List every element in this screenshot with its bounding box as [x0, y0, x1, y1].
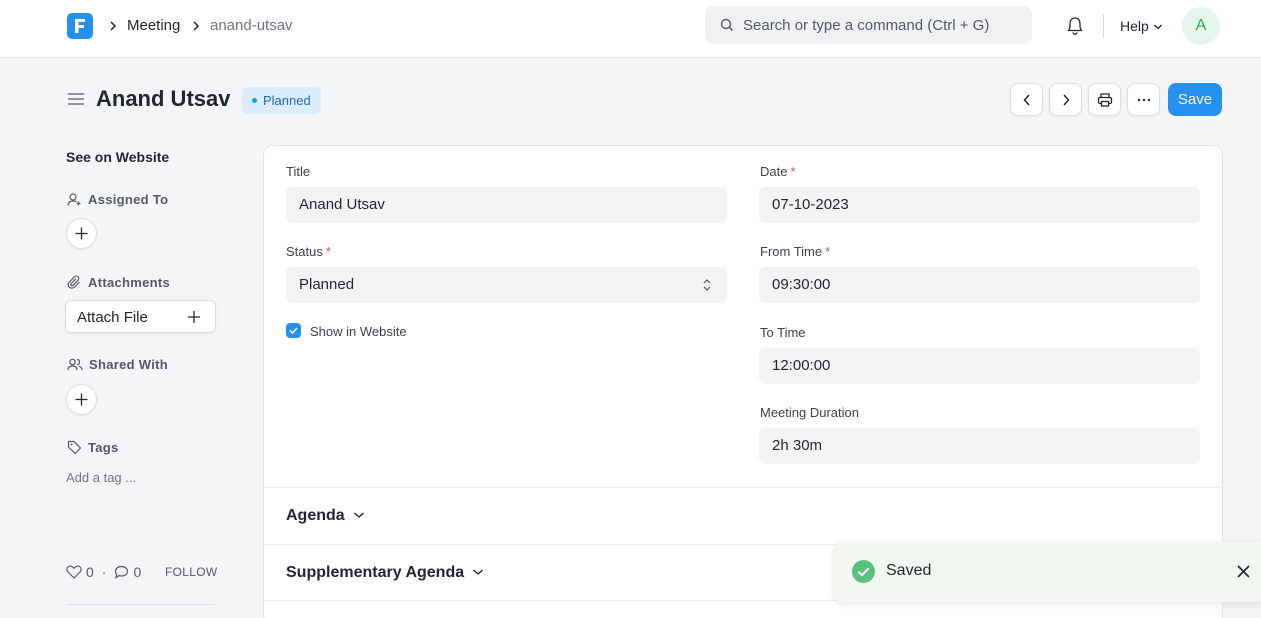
- section-divider: [264, 487, 1222, 488]
- assigned-to-heading: Assigned To: [67, 192, 168, 208]
- separator-dot: ·: [101, 564, 107, 580]
- date-label-text: Date: [760, 164, 788, 179]
- breadcrumb-current[interactable]: anand-utsav: [210, 17, 293, 35]
- to-time-label: To Time: [760, 325, 806, 340]
- chevron-left-icon: [1022, 93, 1030, 106]
- chevron-right-icon: [193, 21, 200, 31]
- chevron-down-icon[interactable]: [1153, 23, 1163, 31]
- more-options-button[interactable]: [1127, 83, 1160, 116]
- chevron-down-icon: [353, 512, 364, 518]
- add-tag-link[interactable]: Add a tag ...: [66, 470, 136, 485]
- title-field[interactable]: Anand Utsav: [286, 187, 727, 223]
- app-logo-icon[interactable]: [67, 13, 93, 39]
- help-menu[interactable]: Help: [1120, 18, 1149, 34]
- saved-toast: Saved: [834, 542, 1261, 602]
- ellipsis-icon: [1137, 98, 1150, 101]
- title-label: Title: [286, 164, 310, 179]
- show-in-website-checkbox[interactable]: [286, 323, 301, 338]
- likes-comments: 0 · 0: [66, 564, 141, 580]
- search-input[interactable]: [743, 6, 1023, 44]
- attach-file-button[interactable]: Attach File: [65, 300, 216, 333]
- section-agenda[interactable]: Agenda: [286, 507, 365, 525]
- see-on-website-link[interactable]: See on Website: [66, 149, 169, 165]
- meeting-duration-field[interactable]: 2h 30m: [759, 428, 1200, 464]
- sidebar-toggle-icon[interactable]: [67, 90, 85, 108]
- date-field[interactable]: 07-10-2023: [759, 187, 1200, 223]
- comments-count: 0: [133, 564, 142, 580]
- close-icon[interactable]: [1236, 564, 1251, 579]
- page-title: Anand Utsav: [96, 86, 231, 111]
- meeting-duration-label: Meeting Duration: [760, 405, 859, 420]
- user-avatar[interactable]: A: [1182, 7, 1220, 45]
- from-time-label: From Time *: [760, 244, 830, 259]
- likes-count: 0: [86, 564, 94, 580]
- next-document-button[interactable]: [1049, 83, 1082, 116]
- printer-icon: [1097, 92, 1112, 107]
- status-select[interactable]: Planned: [286, 267, 727, 303]
- tags-label: Tags: [88, 440, 119, 455]
- save-button[interactable]: Save: [1168, 83, 1222, 116]
- navbar: Meeting anand-utsav Help A: [0, 0, 1261, 58]
- search-icon: [720, 18, 733, 31]
- status-badge-label: Planned: [263, 93, 311, 108]
- attachments-label: Attachments: [88, 275, 171, 290]
- shared-with-label: Shared With: [89, 357, 169, 372]
- users-icon: [67, 358, 83, 371]
- from-time-label-text: From Time: [760, 244, 823, 259]
- toast-message: Saved: [886, 562, 932, 579]
- section-supplementary-agenda-label: Supplementary Agenda: [286, 564, 465, 581]
- show-in-website-label[interactable]: Show in Website: [310, 324, 407, 339]
- section-agenda-label: Agenda: [286, 507, 345, 524]
- select-updown-icon: [703, 279, 711, 291]
- required-marker: *: [790, 164, 796, 179]
- comment-icon[interactable]: [114, 565, 129, 579]
- section-supplementary-agenda[interactable]: Supplementary Agenda: [286, 564, 484, 582]
- follow-button[interactable]: FOLLOW: [165, 565, 217, 579]
- attachments-heading: Attachments: [67, 275, 170, 291]
- tags-heading: Tags: [67, 440, 119, 456]
- navbar-divider: [1103, 14, 1104, 38]
- tag-icon: [67, 440, 82, 455]
- sidebar-divider: [66, 604, 215, 605]
- share-add-button[interactable]: [66, 384, 97, 415]
- title-label-text: Title: [286, 164, 311, 179]
- required-marker: *: [825, 244, 831, 259]
- notification-bell-icon[interactable]: [1066, 16, 1084, 36]
- assign-add-button[interactable]: [66, 218, 97, 249]
- checkmark-icon: [289, 327, 298, 335]
- search-bar[interactable]: [705, 6, 1032, 44]
- status-label: Status *: [286, 244, 331, 259]
- chevron-down-icon: [473, 569, 484, 575]
- date-label: Date *: [760, 164, 796, 179]
- meeting-duration-label-text: Meeting Duration: [760, 405, 859, 420]
- plus-icon: [75, 227, 88, 240]
- status-select-value: Planned: [299, 276, 355, 293]
- paperclip-icon: [67, 275, 80, 289]
- user-add-icon: [67, 193, 81, 206]
- from-time-field[interactable]: 09:30:00: [759, 267, 1200, 303]
- assigned-to-label: Assigned To: [88, 192, 169, 207]
- status-dot: [252, 98, 257, 104]
- to-time-label-text: To Time: [760, 325, 806, 340]
- breadcrumb-meeting[interactable]: Meeting: [127, 17, 180, 35]
- plus-icon: [188, 311, 200, 323]
- heart-icon[interactable]: [66, 565, 82, 579]
- required-marker: *: [325, 244, 331, 259]
- to-time-field[interactable]: 12:00:00: [759, 348, 1200, 384]
- chevron-right-icon: [110, 21, 117, 31]
- chevron-right-icon: [1062, 93, 1070, 106]
- success-check-icon: [852, 560, 875, 583]
- previous-document-button[interactable]: [1010, 83, 1043, 116]
- attach-file-label: Attach File: [77, 309, 148, 326]
- status-label-text: Status: [286, 244, 323, 259]
- print-button[interactable]: [1088, 83, 1121, 116]
- status-badge: Planned: [242, 87, 321, 114]
- plus-icon: [75, 393, 88, 406]
- shared-with-heading: Shared With: [67, 357, 168, 373]
